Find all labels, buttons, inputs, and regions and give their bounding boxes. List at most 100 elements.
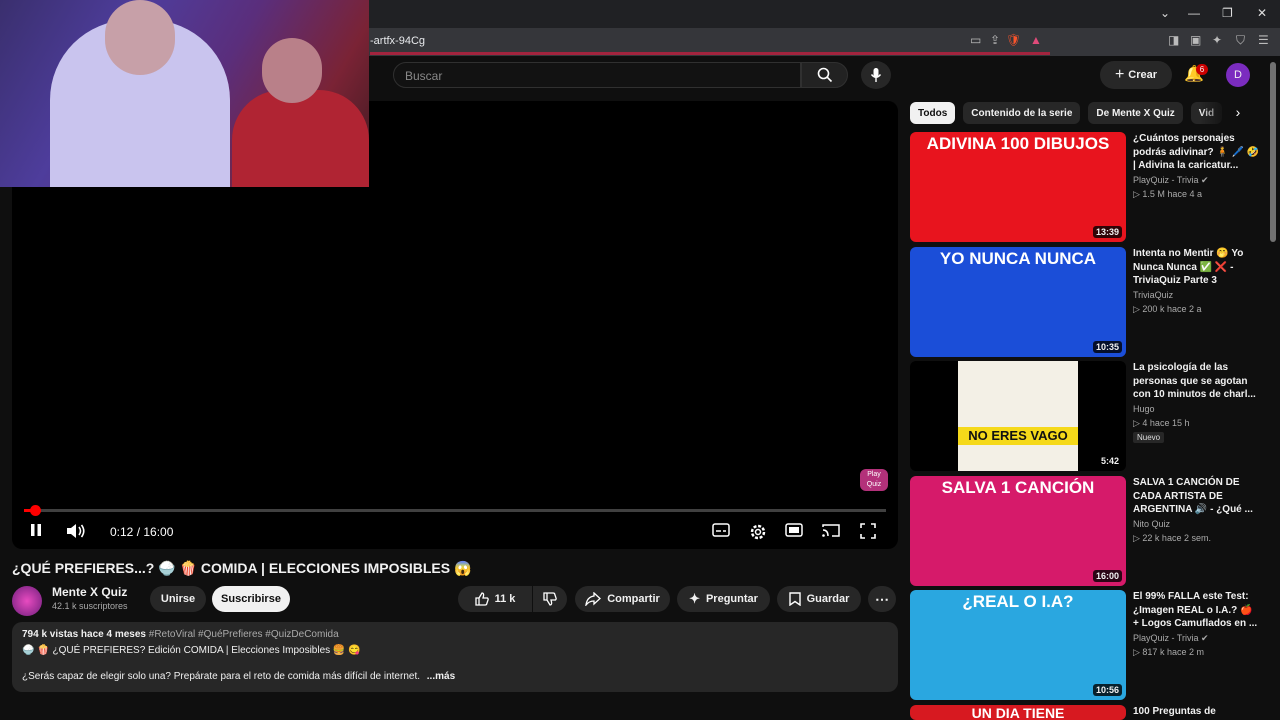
channel-avatar[interactable]: [12, 586, 42, 616]
page-scrollbar[interactable]: [1270, 62, 1276, 242]
recommendation-channel[interactable]: PlayQuiz - Trivia ✔: [1133, 633, 1209, 644]
sidebar-toggle-icon[interactable]: ◨: [1168, 33, 1179, 47]
voice-search-button[interactable]: [861, 61, 891, 89]
webcam-overlay: [0, 0, 369, 187]
recommendation-channel[interactable]: TriviaQuiz: [1133, 290, 1173, 300]
person-head: [262, 38, 322, 103]
cast-icon[interactable]: ▭: [970, 33, 981, 47]
chevron-right-icon[interactable]: ›: [1228, 104, 1248, 124]
chip-all[interactable]: Todos: [910, 102, 956, 124]
volume-button[interactable]: [66, 523, 86, 539]
leo-ai-icon[interactable]: ✦: [1212, 33, 1222, 47]
share-label: Compartir: [607, 593, 660, 605]
account-avatar[interactable]: D: [1226, 63, 1250, 87]
thumbnail-text: ADIVINA 100 DIBUJOS: [926, 134, 1110, 153]
thumbnail-text: NO ERES VAGO: [958, 427, 1078, 445]
recommendation-title[interactable]: ¿Cuántos personajes podrás adivinar? 🧍 🖊…: [1133, 132, 1261, 173]
vpn-icon[interactable]: ⛉: [1236, 33, 1245, 48]
filter-chips: Todos Contenido de la serie De Mente X Q…: [910, 102, 1223, 126]
thumbs-up-icon: [474, 592, 489, 606]
pause-icon: [31, 524, 41, 536]
description-line: 🍚 🍿 ¿QUÉ PREFIERES? Edición COMIDA | Ele…: [22, 645, 361, 656]
pause-button[interactable]: [29, 523, 43, 537]
recommendation-meta: ▷ 817 k hace 2 m: [1133, 647, 1204, 657]
recommendation-title[interactable]: 100 Preguntas de: [1133, 705, 1261, 719]
scrubber-handle[interactable]: [29, 505, 41, 516]
search-button[interactable]: [801, 62, 848, 88]
video-thumbnail[interactable]: UN DIA TIENE: [910, 705, 1126, 720]
menu-icon[interactable]: ☰: [1258, 33, 1269, 47]
like-button[interactable]: 11 k: [458, 586, 532, 612]
minimize-icon[interactable]: —: [1188, 6, 1200, 20]
recommendation-item[interactable]: NO ERES VAGO 5:42 La psicología de las p…: [910, 361, 1270, 471]
video-thumbnail[interactable]: ¿REAL O I.A? 10:56: [910, 590, 1126, 700]
sparkle-icon: ✦: [689, 591, 700, 606]
recommendation-item[interactable]: SALVA 1 CANCIÓN 16:00 SALVA 1 CANCIÓN DE…: [910, 476, 1270, 586]
close-window-icon[interactable]: ✕: [1257, 6, 1267, 20]
like-count: 11 k: [494, 593, 516, 605]
share-icon: [585, 592, 602, 606]
chip-channel[interactable]: De Mente X Quiz: [1088, 102, 1183, 124]
chip-fade: [1200, 100, 1230, 126]
settings-button[interactable]: [749, 523, 767, 541]
video-thumbnail[interactable]: YO NUNCA NUNCA 10:35: [910, 247, 1126, 357]
recommendation-meta: ▷ 1.5 M hace 4 a: [1133, 189, 1202, 199]
chip-series[interactable]: Contenido de la serie: [963, 102, 1081, 124]
recommendation-channel[interactable]: PlayQuiz - Trivia ✔: [1133, 175, 1209, 186]
tab-accent-line: [370, 52, 1050, 55]
address-bar-url[interactable]: -artfx-94Cg: [370, 35, 425, 47]
create-button[interactable]: + Crear: [1100, 61, 1172, 89]
recommendation-meta: ▷ 200 k hace 2 a: [1133, 304, 1202, 314]
video-thumbnail[interactable]: NO ERES VAGO 5:42: [910, 361, 1126, 471]
search-input[interactable]: Buscar: [393, 62, 801, 88]
progress-track[interactable]: [24, 509, 886, 512]
more-dots-icon: ⋯: [875, 590, 889, 607]
fullscreen-button[interactable]: [860, 523, 876, 539]
recommendation-title[interactable]: SALVA 1 CANCIÓN DE CADA ARTISTA DE ARGEN…: [1133, 476, 1261, 517]
subscriber-count: 42.1 k suscriptores: [52, 601, 128, 611]
bookmark-icon: [788, 592, 801, 606]
recommendation-title[interactable]: Intenta no Mentir 🤭 Yo Nunca Nunca ✅ ❌ -…: [1133, 247, 1261, 288]
recommendation-item[interactable]: YO NUNCA NUNCA 10:35 Intenta no Mentir 🤭…: [910, 247, 1270, 357]
new-badge: Nuevo: [1133, 432, 1165, 443]
tab-list-icon[interactable]: ⌄: [1160, 6, 1170, 20]
brave-rewards-icon[interactable]: ▲: [1030, 33, 1042, 47]
brave-shields-icon[interactable]: 🛡: [1006, 33, 1021, 47]
video-thumbnail[interactable]: SALVA 1 CANCIÓN 16:00: [910, 476, 1126, 586]
description-box[interactable]: 794 k vistas hace 4 meses #RetoViral #Qu…: [12, 622, 898, 692]
time-display: 0:12 / 16:00: [110, 525, 174, 539]
show-more-link[interactable]: ...más: [427, 671, 455, 682]
ask-button[interactable]: ✦ Preguntar: [677, 586, 770, 612]
recommendation-meta: ▷ 4 hace 15 h: [1133, 418, 1190, 428]
share-page-icon[interactable]: ⇪: [990, 33, 1000, 47]
recommendation-channel[interactable]: Nito Quiz: [1133, 519, 1170, 529]
recommendation-channel[interactable]: Hugo: [1133, 404, 1155, 414]
duration-badge: 16:00: [1092, 570, 1122, 582]
video-thumbnail[interactable]: ADIVINA 100 DIBUJOS 13:39: [910, 132, 1126, 242]
dislike-button[interactable]: [533, 586, 567, 612]
recommendation-meta: ▷ 22 k hace 2 sem.: [1133, 533, 1211, 543]
recommendation-title[interactable]: El 99% FALLA este Test: ¿Imagen REAL o I…: [1133, 590, 1261, 631]
duration-badge: 13:39: [1092, 226, 1122, 238]
recommendation-item[interactable]: UN DIA TIENE 100 Preguntas de: [910, 705, 1270, 720]
more-actions-button[interactable]: ⋯: [868, 586, 896, 612]
channel-name[interactable]: Mente X Quiz: [52, 585, 127, 599]
subscribe-button[interactable]: Suscribirse: [212, 586, 290, 612]
channel-watermark[interactable]: Play Quiz: [860, 469, 888, 491]
join-button[interactable]: Unirse: [150, 586, 206, 612]
duration-badge: 5:42: [1097, 455, 1122, 467]
recommendation-title[interactable]: La psicología de las personas que se ago…: [1133, 361, 1261, 402]
duration-badge: 10:56: [1092, 684, 1122, 696]
subtitles-button[interactable]: [712, 523, 730, 537]
wallet-icon[interactable]: ▣: [1190, 33, 1201, 47]
theater-mode-button[interactable]: [785, 523, 803, 537]
save-button[interactable]: Guardar: [777, 586, 861, 612]
maximize-icon[interactable]: ❐: [1222, 6, 1233, 20]
recommendation-item[interactable]: ¿REAL O I.A? 10:56 El 99% FALLA este Tes…: [910, 590, 1270, 700]
share-button[interactable]: Compartir: [575, 586, 670, 612]
recommendation-item[interactable]: ADIVINA 100 DIBUJOS 13:39 ¿Cuántos perso…: [910, 132, 1270, 242]
thumbnail-text: SALVA 1 CANCIÓN: [941, 478, 1095, 497]
cast-button[interactable]: [822, 523, 840, 537]
hashtags[interactable]: #RetoViral #QuéPrefieres #QuizDeComida: [149, 629, 339, 640]
person-red-shirt: [232, 90, 369, 187]
